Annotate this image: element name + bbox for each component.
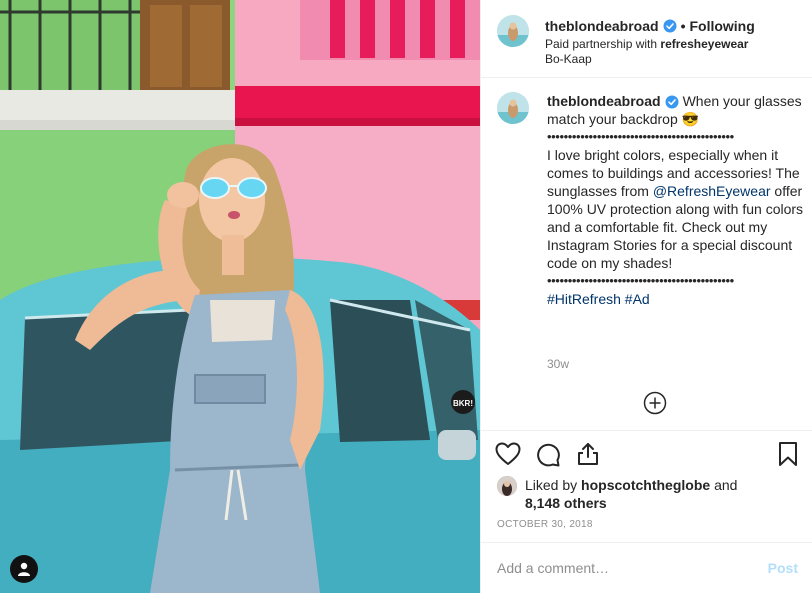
post-caption: theblondeabroad When your glasses match y…: [547, 92, 805, 308]
header-title-row: theblondeabroad • Following: [545, 18, 755, 34]
svg-text:BKR!: BKR!: [453, 399, 473, 408]
caption-username[interactable]: theblondeabroad: [547, 93, 661, 109]
avatar-image: [497, 15, 529, 47]
post-sidebar: theblondeabroad • Following Paid partner…: [480, 0, 812, 593]
post-header: theblondeabroad • Following Paid partner…: [481, 0, 812, 78]
caption-avatar[interactable]: [497, 92, 529, 124]
partnership-prefix: Paid partnership with: [545, 37, 658, 51]
likes-others-count[interactable]: 8,148 others: [525, 495, 607, 511]
caption-mention-link[interactable]: @RefreshEyewear: [653, 183, 771, 199]
author-avatar[interactable]: [497, 15, 529, 47]
post-comment-button[interactable]: Post: [768, 560, 798, 576]
location-link[interactable]: Bo-Kaap: [545, 52, 592, 66]
liked-by-and: and: [714, 477, 738, 493]
comment-icon: [537, 443, 560, 467]
paid-partnership-label: Paid partnership with refresheyewear: [545, 37, 748, 51]
liked-by-prefix: Liked by: [525, 477, 578, 493]
liker-avatar[interactable]: [497, 476, 517, 496]
partner-link[interactable]: refresheyewear: [660, 37, 748, 51]
load-more-comments-button[interactable]: [643, 391, 667, 415]
avatar-image: [497, 92, 529, 124]
caption-time-ago: 30w: [547, 357, 570, 371]
save-button[interactable]: [775, 441, 801, 467]
verified-badge-icon: [665, 95, 679, 109]
comment-input[interactable]: [497, 558, 747, 578]
comment-button[interactable]: [535, 441, 561, 467]
comments-area: theblondeabroad When your glasses match y…: [481, 78, 812, 430]
caption-body: I love bright colors, especially when it…: [547, 146, 805, 272]
photo-illustration: BKR!: [0, 0, 480, 593]
share-icon: [578, 443, 598, 465]
verified-badge-icon: [663, 19, 677, 33]
caption-hashtags[interactable]: #HitRefresh #Ad: [547, 290, 805, 308]
post-actions: Liked by hopscotchtheglobe and 8,148 oth…: [481, 430, 812, 542]
caption-divider-bottom: ••••••••••••••••••••••••••••••••••••••••…: [547, 273, 734, 288]
likes-text: Liked by hopscotchtheglobe and 8,148 oth…: [525, 476, 737, 512]
following-button[interactable]: Following: [689, 18, 754, 34]
post-date[interactable]: OCTOBER 30, 2018: [497, 519, 593, 530]
like-button[interactable]: [495, 441, 521, 467]
add-comment-bar: Post: [481, 542, 812, 593]
user-tags-button[interactable]: [10, 555, 38, 583]
author-username[interactable]: theblondeabroad: [545, 18, 659, 34]
person-icon: [18, 562, 30, 576]
heart-icon: [495, 442, 521, 465]
post-photo[interactable]: BKR!: [0, 0, 480, 593]
header-separator: •: [680, 18, 686, 34]
plus-circle-icon: [643, 391, 667, 415]
caption-divider-top: ••••••••••••••••••••••••••••••••••••••••…: [547, 129, 734, 144]
likes-summary: Liked by hopscotchtheglobe and 8,148 oth…: [497, 476, 737, 512]
liker-username[interactable]: hopscotchtheglobe: [581, 477, 710, 493]
share-button[interactable]: [575, 441, 601, 467]
liker-avatar-image: [497, 476, 517, 496]
bookmark-icon: [779, 442, 797, 466]
post-modal: BKR! theblondeabroad • Following Paid pa…: [0, 0, 812, 593]
